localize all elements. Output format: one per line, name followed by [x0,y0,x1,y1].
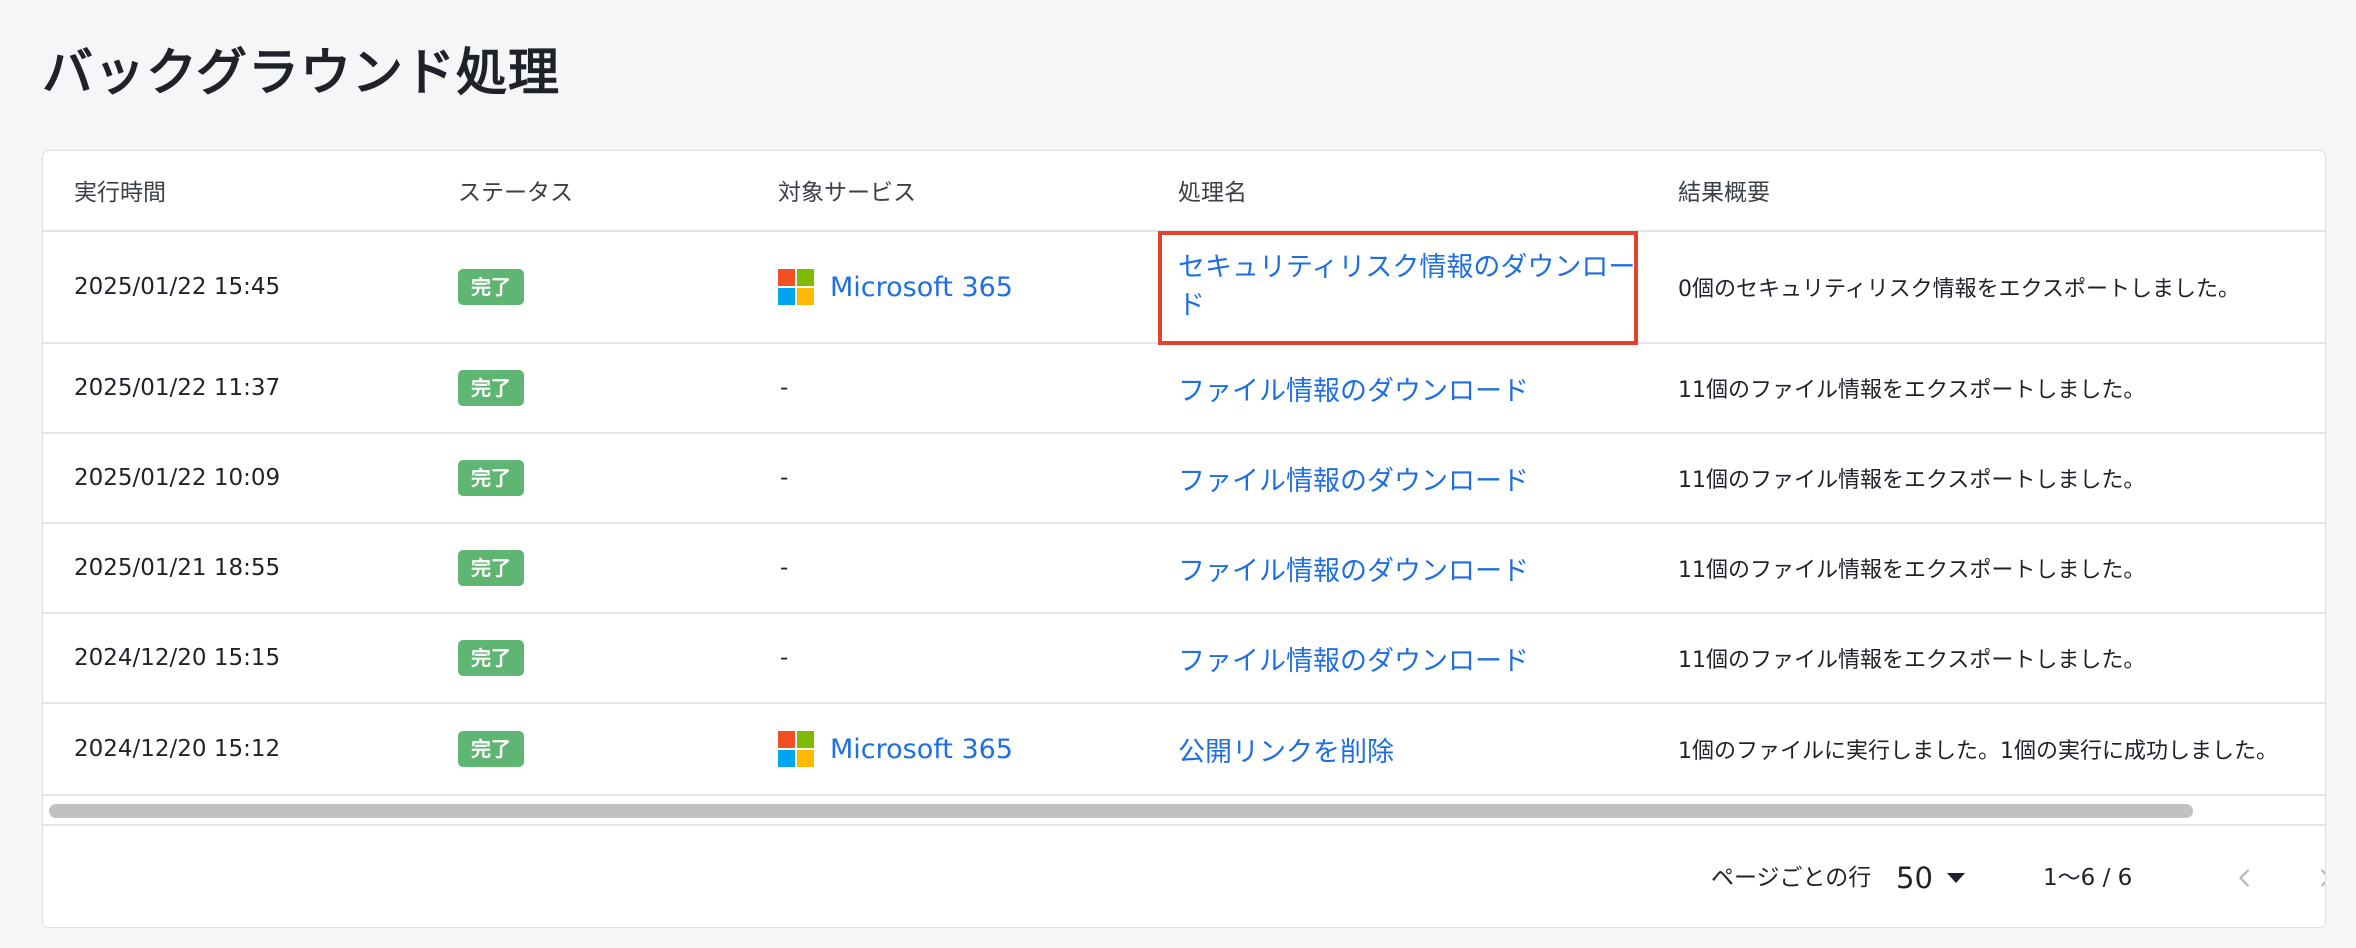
row-service: - [778,614,788,702]
job-name-link[interactable]: ファイル情報のダウンロード [1178,369,1529,408]
table-row: 2025/01/22 10:09 完了 - ファイル情報のダウンロード 11個の… [43,434,2325,524]
job-name-link[interactable]: ファイル情報のダウンロード [1178,639,1529,678]
service-empty: - [780,645,789,671]
row-status: 完了 [458,232,524,342]
row-service: Microsoft 365 [778,704,1013,794]
row-result: 11個のファイル情報をエクスポートしました。 [1678,378,2146,403]
row-status: 完了 [458,344,524,432]
table-row: 2025/01/22 11:37 完了 - ファイル情報のダウンロード 11個の… [43,344,2325,434]
service-empty: - [780,465,789,491]
status-badge: 完了 [458,731,524,767]
column-header-status[interactable]: ステータス [458,151,573,232]
status-badge: 完了 [458,550,524,586]
row-status: 完了 [458,524,524,612]
rows-per-page-label: ページごとの行 [1711,865,1872,891]
row-result: 1個のファイルに実行しました。1個の実行に成功しました。 [1678,739,2278,764]
row-time: 2025/01/22 15:45 [74,274,281,300]
status-badge: 完了 [458,460,524,496]
service-link[interactable]: Microsoft 365 [830,272,1013,303]
status-badge: 完了 [458,370,524,406]
service-empty: - [780,375,789,401]
rows-per-page-value: 50 [1896,861,1933,895]
row-name: 公開リンクを削除 [1178,704,1394,794]
job-name-link[interactable]: ファイル情報のダウンロード [1178,459,1529,498]
row-time: 2024/12/20 15:12 [74,736,281,762]
page-title: バックグラウンド処理 [42,44,560,103]
chevron-right-icon [2321,869,2325,887]
rows-per-page-select[interactable]: 50 [1896,828,1965,927]
job-name-link[interactable]: セキュリティリスク情報のダウンロード [1178,249,1638,325]
prev-page-button[interactable] [2225,858,2265,898]
row-name: ファイル情報のダウンロード [1178,344,1529,432]
pagination-range: 1〜6 / 6 [2043,865,2133,891]
service-link[interactable]: Microsoft 365 [830,734,1013,765]
job-name-link[interactable]: 公開リンクを削除 [1178,730,1394,769]
job-name-link[interactable]: ファイル情報のダウンロード [1178,549,1529,588]
service-empty: - [780,555,789,581]
background-jobs-table: 実行時間 ステータス 対象サービス 処理名 結果概要 2025/01/22 15… [42,150,2326,928]
row-time: 2025/01/22 11:37 [74,375,281,401]
row-name: ファイル情報のダウンロード [1178,434,1529,522]
table-row: 2024/12/20 15:15 完了 - ファイル情報のダウンロード 11個の… [43,614,2325,704]
column-header-name[interactable]: 処理名 [1178,151,1247,232]
row-name: ファイル情報のダウンロード [1178,524,1529,612]
microsoft-logo-icon [778,731,814,767]
column-header-service[interactable]: 対象サービス [778,151,916,232]
row-time: 2024/12/20 15:15 [74,645,281,671]
horizontal-scrollbar[interactable] [43,796,2325,826]
table-row: 2024/12/20 15:12 完了 Microsoft 365 公開リンクを… [43,704,2325,796]
row-result: 0個のセキュリティリスク情報をエクスポートしました。 [1678,277,2241,302]
row-result: 11個のファイル情報をエクスポートしました。 [1678,558,2146,583]
column-header-time[interactable]: 実行時間 [74,151,166,232]
row-status: 完了 [458,434,524,522]
next-page-button[interactable] [2305,858,2325,898]
status-badge: 完了 [458,640,524,676]
table-header: 実行時間 ステータス 対象サービス 処理名 結果概要 [43,151,2325,232]
column-header-result[interactable]: 結果概要 [1678,151,1770,232]
status-badge: 完了 [458,269,524,305]
chevron-left-icon [2239,869,2249,887]
row-service: - [778,524,788,612]
row-status: 完了 [458,704,524,794]
microsoft-logo-icon [778,269,814,305]
row-service: - [778,434,788,522]
row-result: 11個のファイル情報をエクスポートしました。 [1678,468,2146,493]
row-time: 2025/01/22 10:09 [74,465,281,491]
row-service: Microsoft 365 [778,232,1013,342]
row-time: 2025/01/21 18:55 [74,555,281,581]
pagination-footer: ページごとの行 50 1〜6 / 6 [43,828,2325,927]
row-name: セキュリティリスク情報のダウンロード [1178,232,1638,342]
caret-down-icon [1946,873,1965,883]
table-row: 2025/01/22 15:45 完了 Microsoft 365 セキュリティ… [43,232,2325,344]
row-status: 完了 [458,614,524,702]
row-result: 11個のファイル情報をエクスポートしました。 [1678,648,2146,673]
row-name: ファイル情報のダウンロード [1178,614,1529,702]
row-service: - [778,344,788,432]
table-row: 2025/01/21 18:55 完了 - ファイル情報のダウンロード 11個の… [43,524,2325,614]
scrollbar-thumb[interactable] [49,804,2193,818]
